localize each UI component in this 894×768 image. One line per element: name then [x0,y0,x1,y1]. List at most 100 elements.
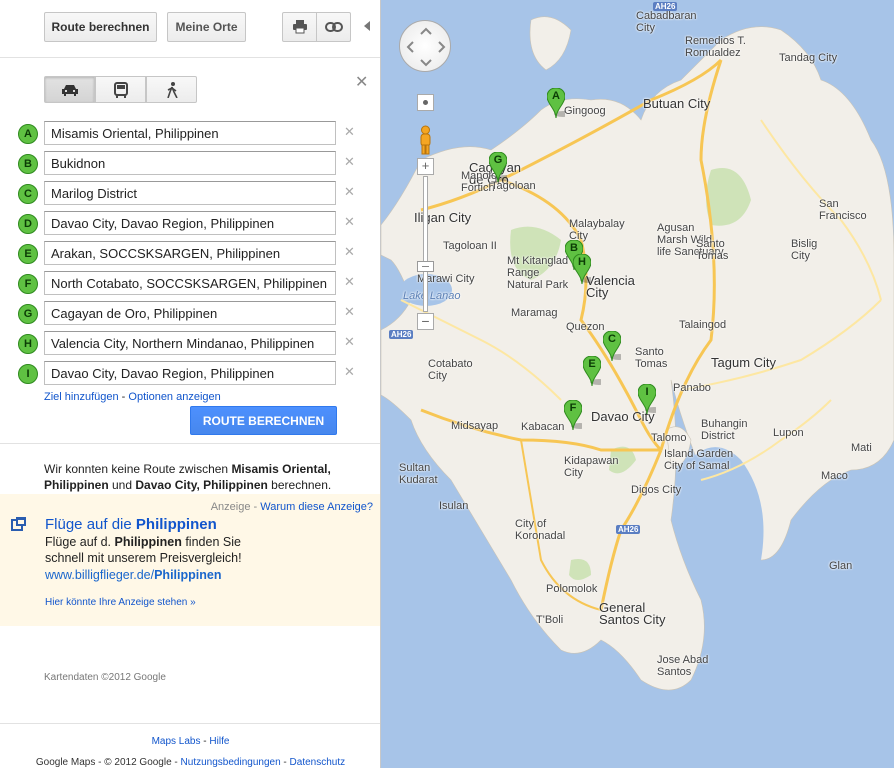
map-place-label[interactable]: Maramag [511,307,557,319]
waypoint-input[interactable] [44,151,336,175]
route-pin-icon[interactable]: H [572,253,598,285]
remove-waypoint-icon[interactable]: ✕ [344,334,355,350]
waypoint-input[interactable] [44,211,336,235]
reset-view-button[interactable] [417,94,434,111]
print-button[interactable] [282,12,317,42]
map-place-label[interactable]: Talaingod [679,319,726,331]
map-place-label[interactable]: T'Boli [536,614,563,626]
remove-waypoint-icon[interactable]: ✕ [344,184,355,200]
map-place-label[interactable]: Panabo [673,382,711,394]
remove-waypoint-icon[interactable]: ✕ [344,274,355,290]
waypoint-marker-icon[interactable]: G [18,304,38,324]
map-place-label[interactable]: Digos City [631,484,681,496]
waypoint-marker-icon[interactable]: A [18,124,38,144]
mode-transit-button[interactable] [95,76,146,103]
waypoint-marker-icon[interactable]: B [18,154,38,174]
pan-control[interactable] [399,20,451,72]
map-place-label[interactable]: Cabadbaran City [636,10,697,34]
zoom-out-button[interactable]: − [417,313,434,330]
waypoint-marker-icon[interactable]: I [18,364,38,384]
map-place-label[interactable]: Isulan [439,500,468,512]
map-place-label[interactable]: City of Koronadal [515,518,565,542]
map-place-label[interactable]: Valencia City [586,274,635,299]
map-place-label[interactable]: Midsayap [451,420,498,432]
map-place-label[interactable]: Island Garden City of Samal [664,448,733,472]
map-place-label[interactable]: Mati [851,442,872,454]
maps-labs-link[interactable]: Maps Labs [152,736,201,747]
zoom-slider-track[interactable] [423,176,428,312]
zoom-in-button[interactable]: + [417,158,434,175]
mode-car-button[interactable] [44,76,95,103]
map-place-label[interactable]: Tagum City [711,356,776,369]
map-place-label[interactable]: Lake Lanao [403,290,461,302]
map-canvas[interactable]: Cagayan de OroIligan CityButuan CityMala… [381,0,894,768]
show-options-link[interactable]: Optionen anzeigen [128,391,220,403]
route-pin-icon[interactable]: G [488,151,514,183]
map-place-label[interactable]: Bislig City [791,238,817,262]
why-this-ad-link[interactable]: Warum diese Anzeige? [260,501,373,513]
route-pin-icon[interactable]: C [602,330,628,362]
add-destination-link[interactable]: Ziel hinzufügen [44,391,119,403]
map-place-label[interactable]: Remedios T. Romualdez [685,35,746,59]
map-place-label[interactable]: Jose Abad Santos [657,654,708,678]
pegman-control[interactable] [417,125,434,155]
map-place-label[interactable]: Sultan Kudarat [399,462,438,486]
zoom-slider-handle[interactable] [417,261,434,272]
map-place-label[interactable]: Kabacan [521,421,564,433]
map-place-label[interactable]: Malaybalay City [569,218,625,242]
map-place-label[interactable]: Buhangin District [701,418,748,442]
map-place-label[interactable]: Santo Tomas [635,346,667,370]
map-place-label[interactable]: Butuan City [643,97,710,110]
map-place-label[interactable]: Talomo [651,432,686,444]
ad-url-link[interactable]: www.billigflieger.de/Philippinen [45,568,221,582]
waypoint-input[interactable] [44,331,336,355]
waypoint-marker-icon[interactable]: D [18,214,38,234]
map-place-label[interactable]: Maco [821,470,848,482]
remove-waypoint-icon[interactable]: ✕ [344,304,355,320]
remove-waypoint-icon[interactable]: ✕ [344,244,355,260]
remove-waypoint-icon[interactable]: ✕ [344,364,355,380]
waypoint-marker-icon[interactable]: H [18,334,38,354]
map-place-label[interactable]: Gingoog [564,105,606,117]
map-place-label[interactable]: Tandag City [779,52,837,64]
route-pin-icon[interactable]: I [637,383,663,415]
your-ad-here-link[interactable]: Hier könnte Ihre Anzeige stehen » [45,597,196,608]
link-button[interactable] [316,12,351,42]
waypoint-marker-icon[interactable]: F [18,274,38,294]
remove-waypoint-icon[interactable]: ✕ [344,154,355,170]
map-place-label[interactable]: Mt Kitanglad Range Natural Park [507,255,568,291]
waypoint-input[interactable] [44,361,336,385]
waypoint-input[interactable] [44,121,336,145]
route-pin-icon[interactable]: E [582,355,608,387]
route-pin-icon[interactable]: A [546,87,572,119]
waypoint-input[interactable] [44,181,336,205]
map-place-label[interactable]: Quezon [566,321,605,333]
privacy-link[interactable]: Datenschutz [290,757,346,768]
waypoint-input[interactable] [44,271,336,295]
help-link[interactable]: Hilfe [209,736,229,747]
route-calc-button[interactable]: Route berechnen [44,12,157,42]
map-place-label[interactable]: Polomolok [546,583,597,595]
ad-title-link[interactable]: Flüge auf die Philippinen [45,516,217,533]
map-place-label[interactable]: Lupon [773,427,804,439]
get-directions-button[interactable]: ROUTE BERECHNEN [190,406,337,435]
collapse-panel-button[interactable] [363,19,371,36]
waypoint-marker-icon[interactable]: E [18,244,38,264]
waypoint-input[interactable] [44,301,336,325]
map-place-label[interactable]: Cotabato City [428,358,473,382]
map-place-label[interactable]: Tagoloan II [443,240,497,252]
remove-waypoint-icon[interactable]: ✕ [344,124,355,140]
close-icon[interactable]: ✕ [355,72,368,92]
remove-waypoint-icon[interactable]: ✕ [344,214,355,230]
terms-link[interactable]: Nutzungsbedingungen [181,757,281,768]
map-place-label[interactable]: Santo Tomas [696,238,728,262]
waypoint-input[interactable] [44,241,336,265]
map-place-label[interactable]: General Santos City [599,601,665,626]
map-place-label[interactable]: Kidapawan City [564,455,618,479]
route-pin-icon[interactable]: F [563,399,589,431]
map-place-label[interactable]: San Francisco [819,198,867,222]
mode-walk-button[interactable] [146,76,197,103]
my-places-button[interactable]: Meine Orte [167,12,246,42]
map-place-label[interactable]: Glan [829,560,852,572]
waypoint-marker-icon[interactable]: C [18,184,38,204]
